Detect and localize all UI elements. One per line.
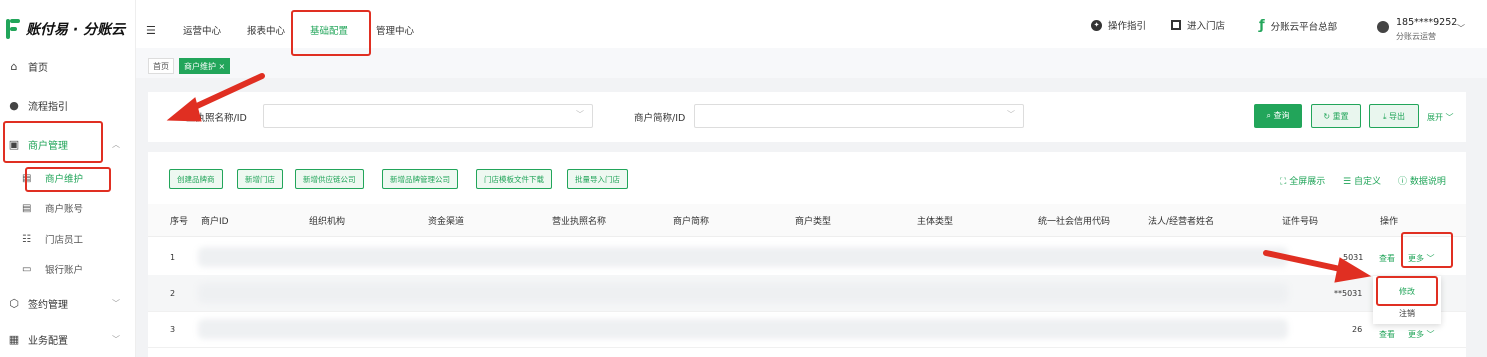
arrowhead-icon — [166, 97, 202, 122]
annotation-arrows — [166, 73, 1372, 283]
arrowhead-icon — [1334, 257, 1372, 283]
arrow-shaft — [1263, 250, 1348, 273]
